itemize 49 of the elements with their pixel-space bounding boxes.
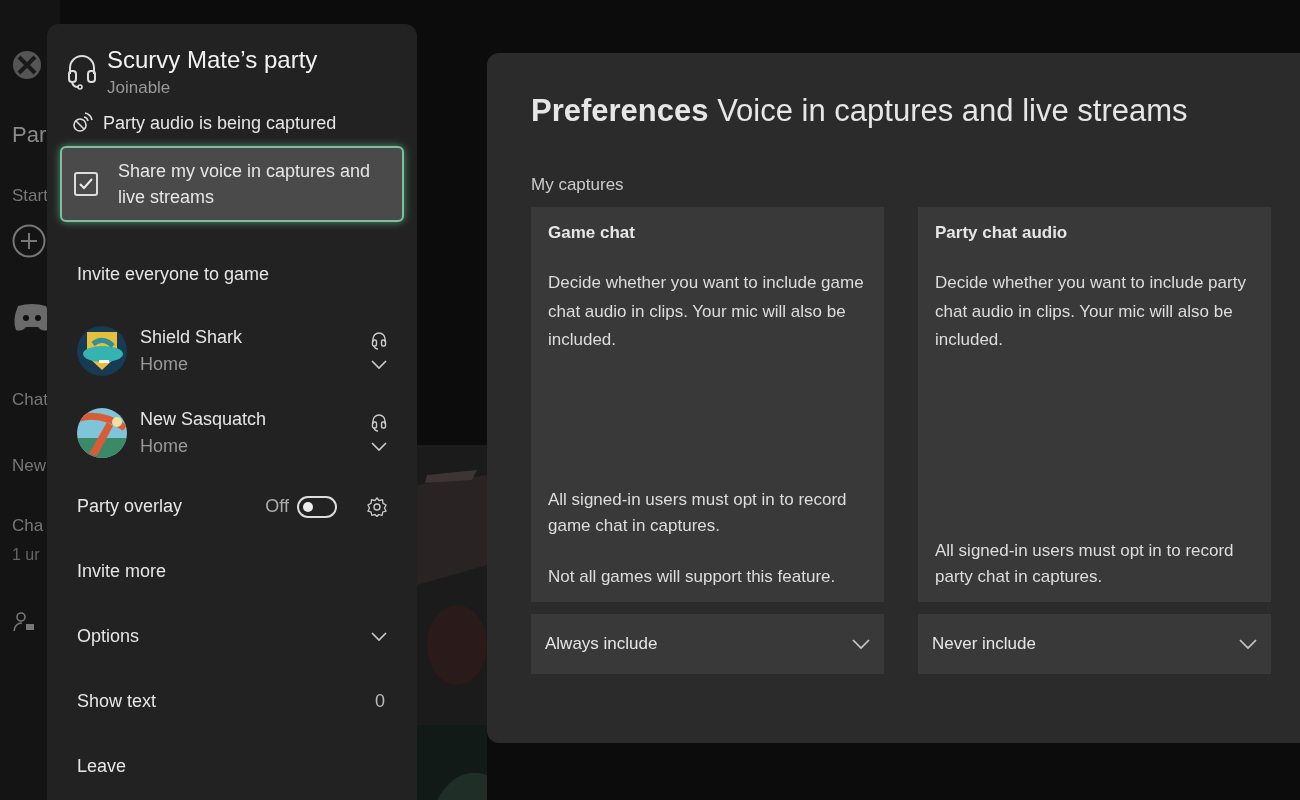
card-description: Decide whether you want to include party chat audio in clips. Your mic will also be included. (935, 272, 1247, 351)
member-status: Home (140, 354, 189, 375)
checkmark-icon (79, 178, 93, 190)
menu-label: Start (12, 186, 48, 205)
checkbox[interactable] (74, 172, 98, 196)
include-dropdown[interactable]: Never include (918, 614, 1271, 674)
headset-icon (371, 332, 387, 350)
section-heading: Par (12, 122, 47, 147)
card-note: All signed-in users must opt in to record party chat in captures. (935, 540, 1235, 588)
card-title: Party chat audio (935, 223, 1069, 243)
member-status: Home (140, 436, 189, 457)
member-name: New Sasquatch (140, 409, 268, 430)
menu-label: New (12, 456, 46, 475)
message-count: 0 (375, 691, 385, 712)
card-note: All signed-in users must opt in to record game chat in captures. (548, 489, 848, 537)
overlay-label: Party overlay (77, 496, 183, 517)
section-label: My captures (531, 175, 625, 195)
overlay-toggle[interactable] (297, 495, 337, 518)
settings-icon[interactable] (367, 496, 387, 517)
chevron-down-icon (371, 631, 387, 642)
chevron-down-icon (1239, 638, 1257, 650)
card-note: Not all games will support this feature. (548, 566, 837, 588)
capture-notice: Party audio is being captured (103, 112, 337, 134)
chevron-down-icon (852, 638, 870, 650)
page-subtitle: Voice in captures and live streams (717, 93, 1188, 128)
logo-icon (12, 50, 42, 80)
headset-icon (371, 414, 387, 432)
menu-label: Chat (12, 390, 48, 409)
add-icon (12, 224, 46, 258)
toggle-state: Off (265, 496, 289, 517)
person-icon (12, 610, 36, 634)
menu-label: Cha (12, 516, 44, 535)
party-title: Scurvy Mate’s party (107, 46, 318, 74)
chevron-down-icon[interactable] (371, 360, 387, 370)
page-title: Preferences (531, 93, 709, 128)
show-text-label: Show text (77, 691, 157, 712)
invite-everyone-button[interactable]: Invite everyone to game (77, 238, 387, 310)
card-title: Game chat (548, 223, 636, 243)
card-description: Decide whether you want to include game chat audio in clips. Your mic will also be included. (548, 272, 865, 351)
include-dropdown[interactable]: Always include (531, 614, 884, 674)
headset-icon (67, 54, 97, 90)
chevron-down-icon[interactable] (371, 442, 387, 452)
party-status: Joinable (107, 78, 172, 98)
unread-count: 1 ur (12, 546, 40, 563)
invite-more-button[interactable]: Invite more (77, 539, 387, 604)
share-voice-checkbox[interactable]: Share my voice in captures and live streams (60, 146, 404, 222)
member-name: Shield Shark (140, 327, 244, 348)
options-button[interactable]: Options (77, 604, 387, 669)
leave-button[interactable]: Leave (77, 734, 387, 799)
